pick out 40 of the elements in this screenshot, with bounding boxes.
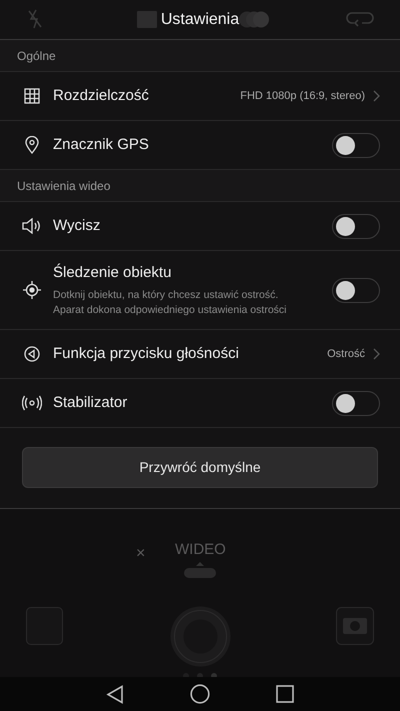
section-header: Ustawienia wideo bbox=[17, 178, 110, 194]
chevron-right-icon bbox=[373, 348, 380, 360]
stabilizer-icon bbox=[22, 395, 42, 411]
filter-circles-icon bbox=[239, 11, 269, 28]
setting-label: Śledzenie obiektu bbox=[53, 262, 172, 283]
film-icon bbox=[137, 11, 157, 28]
toggle-switch[interactable] bbox=[332, 214, 380, 238]
speaker-icon bbox=[22, 218, 42, 234]
toggle-switch[interactable] bbox=[332, 390, 380, 416]
volume-button-icon bbox=[24, 346, 40, 362]
gallery-thumbnail[interactable] bbox=[26, 607, 63, 645]
setting-label: Stabilizator bbox=[53, 392, 128, 413]
settings-row[interactable]: Funkcja przycisku głośności Ostrość bbox=[0, 330, 400, 379]
section-header: Ogólne bbox=[17, 48, 56, 64]
toggle-switch[interactable] bbox=[332, 278, 380, 302]
setting-label: Znacznik GPS bbox=[53, 134, 150, 155]
setting-label: Rozdzielczość bbox=[53, 86, 150, 106]
setting-label: Wycisz bbox=[53, 216, 102, 236]
location-pin-icon bbox=[25, 136, 39, 154]
back-icon[interactable] bbox=[106, 684, 124, 704]
setting-label: Funkcja przycisku głośności bbox=[53, 344, 240, 364]
chevron-right-icon bbox=[373, 90, 380, 102]
setting-value: FHD 1080p (16:9, stereo) bbox=[240, 88, 365, 104]
camera-switch-icon[interactable] bbox=[336, 607, 374, 645]
restore-defaults-button[interactable]: Przywróć domyślne bbox=[22, 447, 378, 488]
home-icon[interactable] bbox=[190, 684, 210, 704]
mode-handle-icon[interactable] bbox=[183, 559, 217, 579]
settings-row[interactable]: Rozdzielczość FHD 1080p (16:9, stereo) bbox=[0, 72, 400, 121]
settings-row[interactable]: Śledzenie obiektu Dotknij obiektu, na który chcesz ustawić ostrość. Aparat dokona odpowiedniego ustawienia ostrości bbox=[0, 251, 400, 330]
window-title: Ustawienia bbox=[160, 10, 240, 30]
settings-row[interactable]: Stabilizator bbox=[0, 379, 400, 428]
flash-off-icon bbox=[28, 9, 42, 29]
recent-apps-icon[interactable] bbox=[276, 685, 294, 703]
target-icon bbox=[23, 281, 41, 299]
toggle-switch[interactable] bbox=[332, 132, 380, 158]
grid-icon bbox=[24, 88, 40, 104]
setting-description: Dotknij obiektu, na który chcesz ustawić ostrość. Aparat dokona odpowiedniego ustawienia ostrości bbox=[53, 288, 288, 318]
loop-icon bbox=[346, 11, 374, 27]
setting-value: Ostrość bbox=[327, 346, 365, 362]
settings-row[interactable]: Wycisz bbox=[0, 202, 400, 251]
